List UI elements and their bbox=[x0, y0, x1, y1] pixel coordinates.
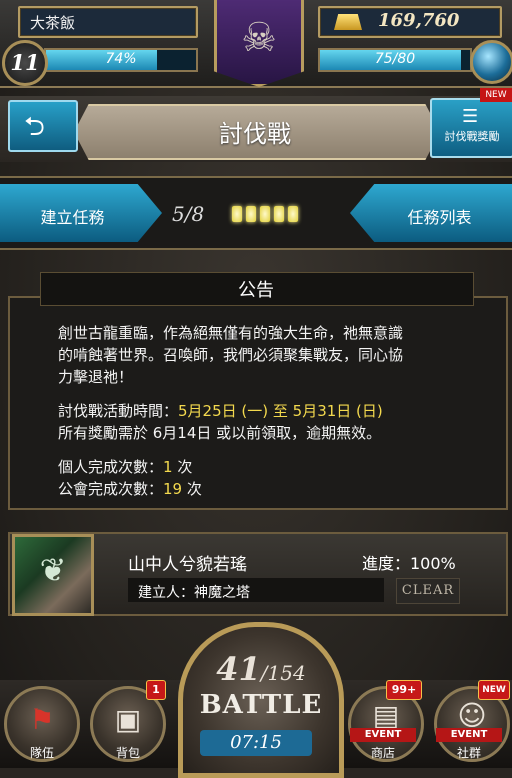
character-portrait-icon: ❦ bbox=[39, 551, 67, 589]
backpack-icon: ▣ bbox=[114, 703, 142, 736]
list-icon: ☰ bbox=[462, 106, 479, 127]
shop-event-tag: EVENT bbox=[350, 728, 416, 742]
shop-badge: 99+ bbox=[386, 680, 422, 700]
social-new-tag: NEW bbox=[478, 680, 510, 700]
shop-label: 商店 bbox=[370, 746, 395, 760]
count-unit: 次 bbox=[172, 458, 193, 476]
back-arrow-icon: ⮌ bbox=[24, 112, 45, 142]
battle-timer: 07:15 bbox=[200, 730, 312, 756]
battle-count-total: /154 bbox=[260, 661, 306, 685]
creator-label: 建立人：神魔之塔 bbox=[138, 585, 250, 601]
guild-emblem[interactable]: ☠ bbox=[214, 0, 304, 87]
reward-button-label: 討伐戰獎勵 bbox=[444, 130, 500, 143]
back-button[interactable]: ⮌ bbox=[8, 100, 78, 152]
social-event-tag: EVENT bbox=[436, 728, 502, 742]
mission-list-label: 任務列表 bbox=[407, 208, 472, 227]
event-period-label: 討伐戰活動時間： bbox=[58, 402, 179, 420]
gold-plate: 169,760 bbox=[318, 6, 502, 38]
player-name: 大茶飯 bbox=[30, 14, 76, 32]
battle-count-current: 41 bbox=[216, 650, 261, 688]
mission-pip bbox=[246, 206, 256, 222]
notice-line: 創世古龍重臨，作為絕無僅有的強大生命，祂無意識 bbox=[58, 324, 404, 342]
mission-progress: 5/8 bbox=[172, 202, 205, 226]
mission-pip bbox=[260, 206, 270, 222]
notice-title: 公告 bbox=[238, 280, 274, 301]
personal-count-label: 個人完成次數： bbox=[58, 458, 164, 476]
page-title: 討伐戰 bbox=[219, 120, 291, 148]
new-tag: NEW bbox=[480, 88, 512, 102]
reward-button[interactable]: ☰ 討伐戰獎勵 bbox=[430, 98, 512, 158]
battle-label: BATTLE bbox=[199, 690, 323, 720]
create-mission-label: 建立任務 bbox=[40, 208, 105, 227]
creator-portrait: ❦ bbox=[12, 534, 94, 616]
task-progress: 進度：100% bbox=[362, 554, 456, 573]
guild-count-label: 公會完成次數： bbox=[58, 480, 164, 498]
mission-pip bbox=[274, 206, 284, 222]
social-label: 社群 bbox=[456, 746, 481, 760]
task-name: 山中人兮貌若瑤 bbox=[128, 555, 247, 575]
bag-badge: 1 bbox=[146, 680, 166, 700]
event-period-value: 5月25日 (一) 至 5月31日 (日) bbox=[178, 402, 383, 420]
stamina-bar: 75/80 bbox=[318, 48, 472, 72]
clear-label: CLEAR bbox=[401, 583, 455, 598]
stamina-value: 75/80 bbox=[374, 51, 416, 67]
player-name-plate[interactable]: 大茶飯 bbox=[18, 6, 198, 38]
gold-bar-icon bbox=[334, 14, 362, 30]
clear-badge: CLEAR bbox=[396, 578, 460, 604]
gold-amount: 169,760 bbox=[378, 10, 460, 31]
level-badge: 11 bbox=[2, 40, 48, 86]
mission-pip bbox=[232, 206, 242, 222]
count-unit: 次 bbox=[182, 480, 202, 498]
guild-count: 19 bbox=[163, 480, 183, 498]
battle-count: 41/154 bbox=[178, 650, 344, 688]
team-label: 隊伍 bbox=[29, 746, 54, 760]
orb-icon[interactable] bbox=[470, 40, 512, 84]
claim-deadline: 所有獎勵需於 6月14日 或以前領取，逾期無效。 bbox=[58, 424, 382, 442]
battle-timer-text: 07:15 bbox=[230, 732, 282, 753]
bag-label: 背包 bbox=[115, 746, 140, 760]
guild-count-line: 公會完成次數：19 次 bbox=[58, 478, 202, 499]
exp-bar: 74% bbox=[44, 48, 198, 72]
exp-percent: 74% bbox=[105, 51, 137, 67]
personal-count-line: 個人完成次數：1 次 bbox=[58, 456, 192, 477]
flag-icon: ⚑ bbox=[29, 703, 55, 736]
notice-line: 力擊退祂！ bbox=[58, 368, 134, 386]
horned-helmet-icon: ☠ bbox=[241, 15, 277, 61]
personal-count: 1 bbox=[163, 458, 173, 476]
mission-pip bbox=[288, 206, 298, 222]
notice-line: 的啃蝕著世界。召喚師，我們必須聚集戰友，同心協 bbox=[58, 346, 404, 364]
event-period: 討伐戰活動時間：5月25日 (一) 至 5月31日 (日) bbox=[58, 400, 383, 421]
